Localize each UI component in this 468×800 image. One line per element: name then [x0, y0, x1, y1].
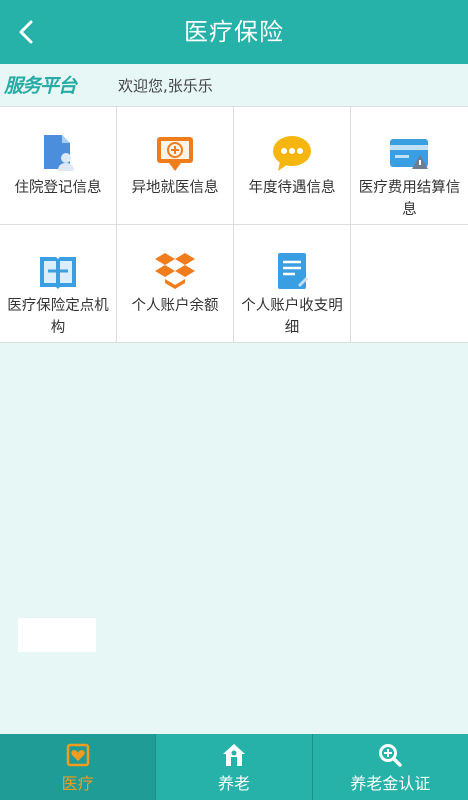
- tab-pension[interactable]: 养老: [155, 734, 311, 800]
- search-icon: [379, 744, 403, 767]
- book-icon: [40, 257, 76, 289]
- tab-label: 养老金认证: [350, 774, 431, 793]
- blank-panel: [18, 618, 96, 652]
- grid-item-expense-settlement[interactable]: 医疗费用结算信息: [351, 107, 468, 225]
- grid-item-remote-medical[interactable]: 异地就医信息: [117, 107, 234, 225]
- heart-card-icon: [66, 743, 89, 767]
- card-warning-icon: [389, 139, 428, 169]
- tab-label: 养老: [217, 774, 250, 793]
- document-person-icon: [44, 135, 74, 171]
- medical-chat-icon: [157, 137, 193, 171]
- grid-item-annual-benefits[interactable]: 年度待遇信息: [234, 107, 351, 225]
- grid-item-label: 医疗保险定点机构: [7, 298, 109, 336]
- grid-item-designated-institutions[interactable]: 医疗保险定点机构: [0, 225, 117, 343]
- welcome-bar: 服务平台 欢迎您,张乐乐: [0, 64, 468, 106]
- service-grid: 住院登记信息 异地就医信息 年度待遇信息 医疗费用结算信息 医疗保险定点机构 个…: [0, 106, 468, 343]
- welcome-text: 欢迎您,张乐乐: [118, 77, 213, 95]
- grid-item-empty: [351, 225, 468, 343]
- dropbox-icon: [155, 253, 195, 289]
- house-icon: [222, 744, 245, 766]
- notepad-icon: [278, 253, 308, 289]
- grid-item-label: 个人账户余额: [131, 298, 219, 314]
- tab-medical[interactable]: 医疗: [0, 734, 156, 800]
- bottom-tab-bar: 医疗 养老 养老金认证: [0, 734, 468, 800]
- grid-item-label: 年度待遇信息: [248, 180, 336, 196]
- grid-item-account-balance[interactable]: 个人账户余额: [117, 225, 234, 343]
- grid-item-label: 医疗费用结算信息: [358, 180, 461, 218]
- header-bar: 医疗保险: [0, 0, 468, 64]
- page-title: 医疗保险: [184, 18, 284, 46]
- grid-item-label: 个人账户收支明细: [241, 298, 343, 336]
- brand-logo: 服务平台: [4, 75, 77, 97]
- grid-item-label: 住院登记信息: [14, 180, 102, 196]
- grid-item-hospital-registration[interactable]: 住院登记信息: [0, 107, 117, 225]
- tab-label: 医疗: [61, 774, 94, 793]
- speech-bubble-icon: [273, 136, 311, 171]
- grid-item-account-transactions[interactable]: 个人账户收支明细: [234, 225, 351, 343]
- tab-pension-certification[interactable]: 养老金认证: [311, 734, 468, 800]
- grid-item-label: 异地就医信息: [131, 180, 219, 196]
